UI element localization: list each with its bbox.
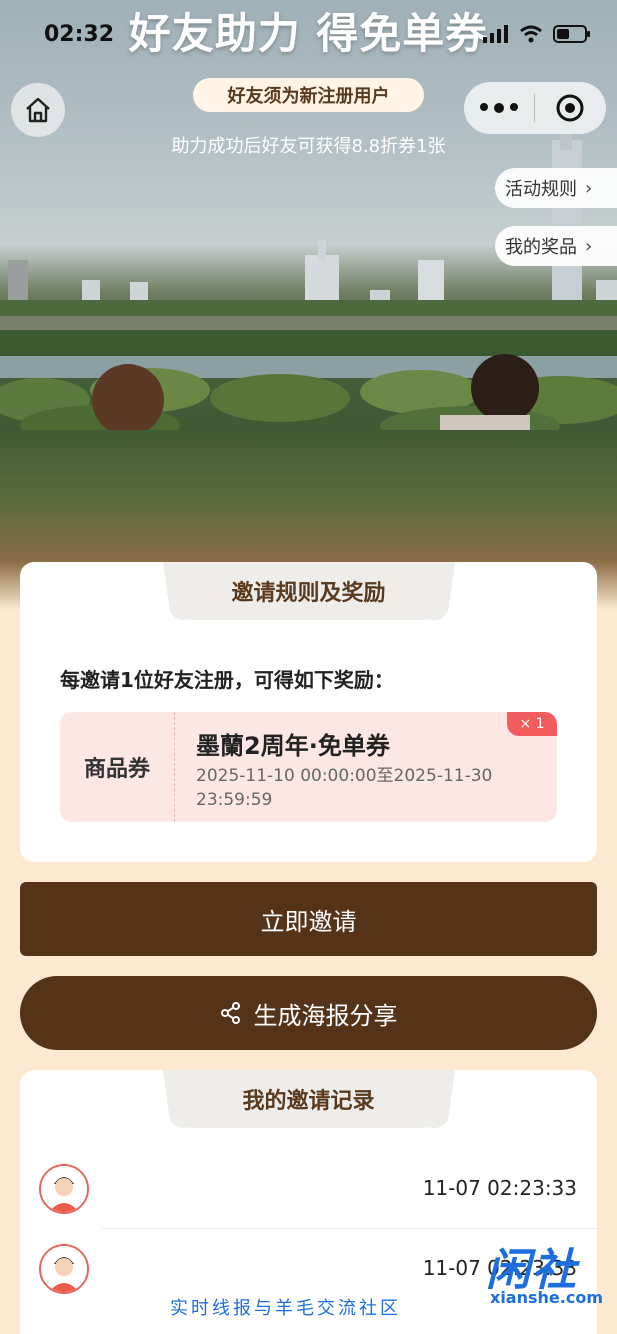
- avatar: [39, 1164, 89, 1214]
- avatar-icon: [41, 1246, 87, 1292]
- coupon-name: 墨蘭2周年·免单券: [196, 732, 390, 760]
- avatar: [39, 1244, 89, 1294]
- home-icon: [26, 97, 50, 123]
- miniprogram-capsule: [464, 82, 606, 134]
- generate-poster-label: 生成海报分享: [253, 1001, 398, 1030]
- list-item: 11-07 02:23:33: [20, 1154, 597, 1224]
- record-time: 11-07 02:23:33: [422, 1176, 577, 1200]
- coupon-type-label: 商品券: [60, 712, 175, 822]
- new-user-notice: 好友须为新注册用户: [193, 78, 424, 112]
- signal-icon: [483, 25, 508, 43]
- generate-poster-button[interactable]: 生成海报分享: [20, 976, 597, 1050]
- my-prizes-label: 我的奖品: [505, 237, 577, 258]
- close-miniprogram-button[interactable]: [535, 93, 605, 123]
- target-icon: [556, 94, 584, 122]
- reward-coupon: 商品券 墨蘭2周年·免单券 2025-11-10 00:00:00至2025-1…: [60, 712, 557, 822]
- more-dot-icon: [480, 103, 488, 111]
- activity-rules-link[interactable]: 活动规则 ›: [495, 168, 617, 208]
- reward-intro-text: 每邀请1位好友注册，可得如下奖励：: [60, 668, 394, 692]
- my-prizes-link[interactable]: 我的奖品 ›: [495, 226, 617, 266]
- watermark-logo-en: xianshe.com: [490, 1288, 603, 1307]
- chevron-right-icon: ›: [585, 177, 593, 199]
- row-divider: [102, 1228, 597, 1229]
- xianshe-watermark-logo: 闲社 xianshe.com: [482, 1234, 603, 1314]
- invite-records-tab-title: 我的邀请记录: [174, 1070, 443, 1128]
- invite-rules-tab-title: 邀请规则及奖励: [174, 562, 443, 620]
- hero-banner: 好友助力 得免单券 02:32 好友须为新注册用户 助力成功后好友可获得8.8折…: [0, 0, 617, 610]
- activity-rules-label: 活动规则: [505, 179, 577, 200]
- battery-icon: [553, 25, 590, 43]
- coupon-quantity-badge: × 1: [507, 712, 557, 736]
- share-icon: [220, 1002, 240, 1024]
- more-dot-icon: [494, 103, 504, 113]
- chevron-right-icon: ›: [585, 235, 593, 257]
- status-bar-icons: [483, 24, 591, 44]
- invite-rules-card: 邀请规则及奖励 每邀请1位好友注册，可得如下奖励： 商品券 墨蘭2周年·免单券 …: [20, 562, 597, 862]
- coupon-validity: 2025-11-10 00:00:00至2025-11-30 23:59:59: [196, 766, 493, 810]
- more-menu-button[interactable]: [464, 103, 534, 113]
- reward-sub-note: 助力成功后好友可获得8.8折券1张: [171, 136, 446, 157]
- wifi-icon: [520, 25, 542, 43]
- status-bar-time: 02:32: [44, 22, 115, 47]
- home-button[interactable]: [11, 83, 65, 137]
- watermark-tagline: 实时线报与羊毛交流社区: [170, 1298, 401, 1319]
- avatar-icon: [41, 1166, 87, 1212]
- more-dot-icon: [510, 103, 518, 111]
- invite-now-button[interactable]: 立即邀请: [20, 882, 597, 956]
